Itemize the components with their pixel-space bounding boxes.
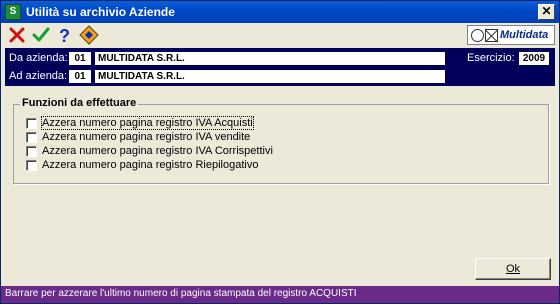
ok-button[interactable]: Ok	[475, 258, 551, 280]
from-company-label: Da azienda:	[9, 52, 68, 64]
window-close-button[interactable]: ✕	[538, 4, 555, 20]
option-label: Azzera numero pagina registro IVA vendit…	[42, 131, 251, 143]
checkbox-acquisti[interactable]	[26, 118, 37, 129]
help-icon[interactable]: ?	[55, 25, 77, 46]
functions-group: Funzioni da effettuare Azzera numero pag…	[13, 97, 549, 184]
toolbar: ? Multidata	[1, 23, 559, 47]
checkbox-corrispettivi[interactable]	[26, 146, 37, 157]
checkbox-riepilogativo[interactable]	[26, 160, 37, 171]
cross-box-icon	[485, 29, 498, 42]
functions-group-title: Funzioni da effettuare	[20, 97, 139, 109]
ok-button-label: Ok	[505, 263, 521, 275]
option-label: Azzera numero pagina registro IVA Corris…	[42, 145, 273, 157]
to-company-name: MULTIDATA S.R.L.	[95, 70, 445, 83]
close-x-icon[interactable]	[7, 25, 29, 45]
multidata-logo: Multidata	[467, 25, 555, 45]
fiscal-year-value[interactable]: 2009	[519, 52, 549, 65]
company-header: Da azienda: 01 MULTIDATA S.R.L. Esercizi…	[5, 48, 555, 86]
utility-icon[interactable]	[79, 25, 101, 45]
confirm-check-icon[interactable]	[31, 25, 53, 45]
to-company-code[interactable]: 01	[69, 70, 91, 83]
from-company-code[interactable]: 01	[69, 52, 91, 65]
checkbox-vendite[interactable]	[26, 132, 37, 143]
from-company-name: MULTIDATA S.R.L.	[95, 52, 445, 65]
svg-text:?: ?	[59, 26, 70, 45]
dialog-window: S Utilità su archivio Aziende ✕ ? Multid…	[0, 0, 560, 304]
status-bar: Barrare per azzerare l'ultimo numero di …	[1, 286, 559, 303]
fiscal-year-label: Esercizio:	[467, 52, 515, 64]
title-bar[interactable]: S Utilità su archivio Aziende ✕	[1, 1, 559, 23]
circle-icon	[471, 29, 484, 42]
to-company-label: Ad azienda:	[9, 70, 68, 82]
option-label: Azzera numero pagina registro Riepilogat…	[42, 159, 259, 171]
app-icon: S	[5, 4, 21, 20]
window-title: Utilità su archivio Aziende	[26, 5, 175, 19]
option-label: Azzera numero pagina registro IVA Acquis…	[41, 116, 254, 130]
